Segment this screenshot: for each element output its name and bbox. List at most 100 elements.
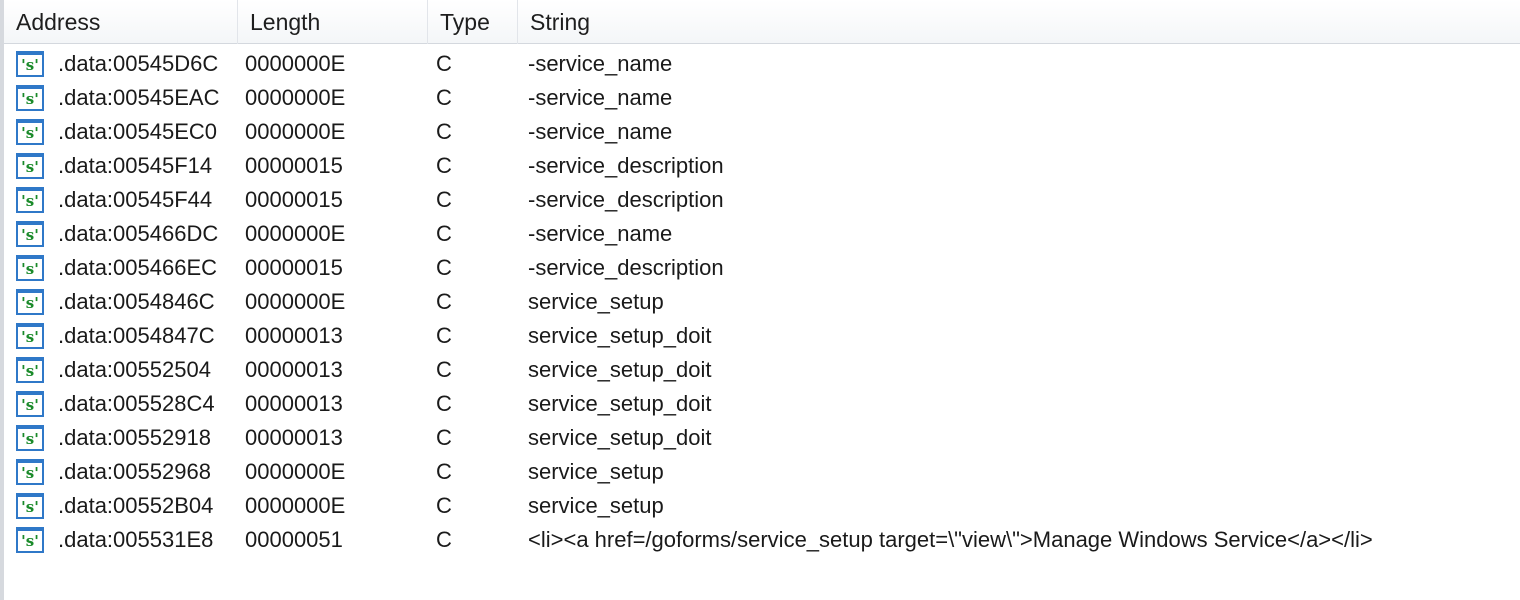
- string-literal-icon: 's': [16, 85, 44, 111]
- length-cell: 0000000E: [245, 459, 346, 484]
- string-cell: service_setup_doit: [528, 391, 712, 416]
- type-cell: C: [436, 119, 452, 144]
- type-cell: C: [436, 391, 452, 416]
- string-cell: service_setup: [528, 289, 664, 314]
- string-cell: -service_name: [528, 221, 673, 246]
- type-cell: C: [436, 527, 452, 552]
- string-cell: -service_name: [528, 119, 673, 144]
- address-cell: 's' .data:00545EC0: [4, 119, 238, 145]
- table-row[interactable]: 's' .data:00545F44 00000015 C -service_descr…: [4, 183, 1520, 217]
- address-cell: 's' .data:0054846C: [4, 289, 238, 315]
- address-cell: 's' .data:005466EC: [4, 255, 238, 281]
- string-cell: <li><a href=/goforms/service_setup targe…: [528, 527, 1373, 552]
- address-cell: 's' .data:00552B04: [4, 493, 238, 519]
- address-text: .data:0054847C: [58, 323, 215, 348]
- string-literal-icon: 's': [16, 51, 44, 77]
- address-cell: 's' .data:005466DC: [4, 221, 238, 247]
- type-cell: C: [436, 323, 452, 348]
- length-cell: 0000000E: [245, 221, 346, 246]
- address-text: .data:00552918: [58, 425, 211, 450]
- column-header-length[interactable]: Length: [238, 0, 428, 44]
- string-literal-icon: 's': [16, 323, 44, 349]
- address-cell: 's' .data:00552968: [4, 459, 238, 485]
- table-row[interactable]: 's' .data:00552918 00000013 Cservice_setup_…: [4, 421, 1520, 455]
- address-text: .data:00545EAC: [58, 85, 220, 110]
- string-cell: -service_name: [528, 85, 673, 110]
- column-header-type[interactable]: Type: [428, 0, 518, 44]
- table-row[interactable]: 's' .data:005466EC 00000015 C -service_descr…: [4, 251, 1520, 285]
- table-row[interactable]: 's' .data:00552504 00000013 Cservice_setup_…: [4, 353, 1520, 387]
- type-cell: C: [436, 289, 452, 314]
- length-cell: 00000013: [245, 425, 343, 450]
- string-literal-icon: 's': [16, 391, 44, 417]
- column-header-address[interactable]: Address: [4, 0, 238, 44]
- address-text: .data:005528C4: [58, 391, 215, 416]
- table-row[interactable]: 's' .data:00545EC0 0000000E C -service_name: [4, 115, 1520, 149]
- type-cell: C: [436, 425, 452, 450]
- type-cell: C: [436, 187, 452, 212]
- string-cell: -service_description: [528, 153, 724, 178]
- string-literal-icon: 's': [16, 357, 44, 383]
- string-cell: service_setup_doit: [528, 357, 712, 382]
- length-cell: 00000015: [245, 187, 343, 212]
- address-cell: 's' .data:00552504: [4, 357, 238, 383]
- type-cell: C: [436, 459, 452, 484]
- length-cell: 00000051: [245, 527, 343, 552]
- string-cell: service_setup_doit: [528, 323, 712, 348]
- string-literal-icon: 's': [16, 187, 44, 213]
- address-cell: 's' .data:00545EAC: [4, 85, 238, 111]
- table-row[interactable]: 's' .data:00545EAC 0000000E C -service_name: [4, 81, 1520, 115]
- address-text: .data:00545D6C: [58, 51, 219, 76]
- type-cell: C: [436, 153, 452, 178]
- strings-list: 's' .data:00545D6C 0000000E C -service_name '…: [4, 44, 1520, 557]
- length-cell: 00000015: [245, 255, 343, 280]
- address-text: .data:0054846C: [58, 289, 215, 314]
- column-header-string[interactable]: String: [518, 0, 1520, 44]
- string-literal-icon: 's': [16, 153, 44, 179]
- length-cell: 0000000E: [245, 51, 346, 76]
- length-cell: 0000000E: [245, 119, 346, 144]
- table-row[interactable]: 's' .data:0054847C 00000013 Cservice_setup_…: [4, 319, 1520, 353]
- string-cell: service_setup: [528, 493, 664, 518]
- type-cell: C: [436, 85, 452, 110]
- length-cell: 00000013: [245, 391, 343, 416]
- length-cell: 00000015: [245, 153, 343, 178]
- table-row[interactable]: 's' .data:005466DC 0000000E C -service_name: [4, 217, 1520, 251]
- string-literal-icon: 's': [16, 119, 44, 145]
- type-cell: C: [436, 221, 452, 246]
- string-literal-icon: 's': [16, 527, 44, 553]
- address-cell: 's' .data:005528C4: [4, 391, 238, 417]
- type-cell: C: [436, 493, 452, 518]
- string-literal-icon: 's': [16, 221, 44, 247]
- table-row[interactable]: 's' .data:00552968 0000000E Cservice_setup: [4, 455, 1520, 489]
- string-cell: service_setup_doit: [528, 425, 712, 450]
- address-text: .data:005466DC: [58, 221, 219, 246]
- address-cell: 's' .data:00545F14: [4, 153, 238, 179]
- type-cell: C: [436, 255, 452, 280]
- column-header: Address Length Type String: [4, 0, 1520, 44]
- table-row[interactable]: 's' .data:00552B04 0000000E Cservice_setup: [4, 489, 1520, 523]
- string-cell: service_setup: [528, 459, 664, 484]
- length-cell: 0000000E: [245, 289, 346, 314]
- string-literal-icon: 's': [16, 459, 44, 485]
- address-cell: 's' .data:00545F44: [4, 187, 238, 213]
- string-cell: -service_description: [528, 255, 724, 280]
- length-cell: 0000000E: [245, 85, 346, 110]
- address-text: .data:005466EC: [58, 255, 218, 280]
- table-row[interactable]: 's' .data:0054846C 0000000E Cservice_setup: [4, 285, 1520, 319]
- length-cell: 00000013: [245, 357, 343, 382]
- table-row[interactable]: 's' .data:00545D6C 0000000E C -service_name: [4, 47, 1520, 81]
- length-cell: 0000000E: [245, 493, 346, 518]
- length-cell: 00000013: [245, 323, 343, 348]
- table-row[interactable]: 's' .data:005528C4 00000013 Cservice_setup_…: [4, 387, 1520, 421]
- address-text: .data:00552B04: [58, 493, 214, 518]
- address-text: .data:00545F44: [58, 187, 213, 212]
- address-cell: 's' .data:005531E8: [4, 527, 238, 553]
- address-text: .data:00545F14: [58, 153, 213, 178]
- address-cell: 's' .data:0054847C: [4, 323, 238, 349]
- type-cell: C: [436, 51, 452, 76]
- table-row[interactable]: 's' .data:00545F14 00000015 C -service_descr…: [4, 149, 1520, 183]
- strings-window: Address Length Type String 's' .data:0054…: [0, 0, 1520, 600]
- table-row[interactable]: 's' .data:005531E8 00000051 C <li><a href=/g…: [4, 523, 1520, 557]
- string-cell: -service_name: [528, 51, 673, 76]
